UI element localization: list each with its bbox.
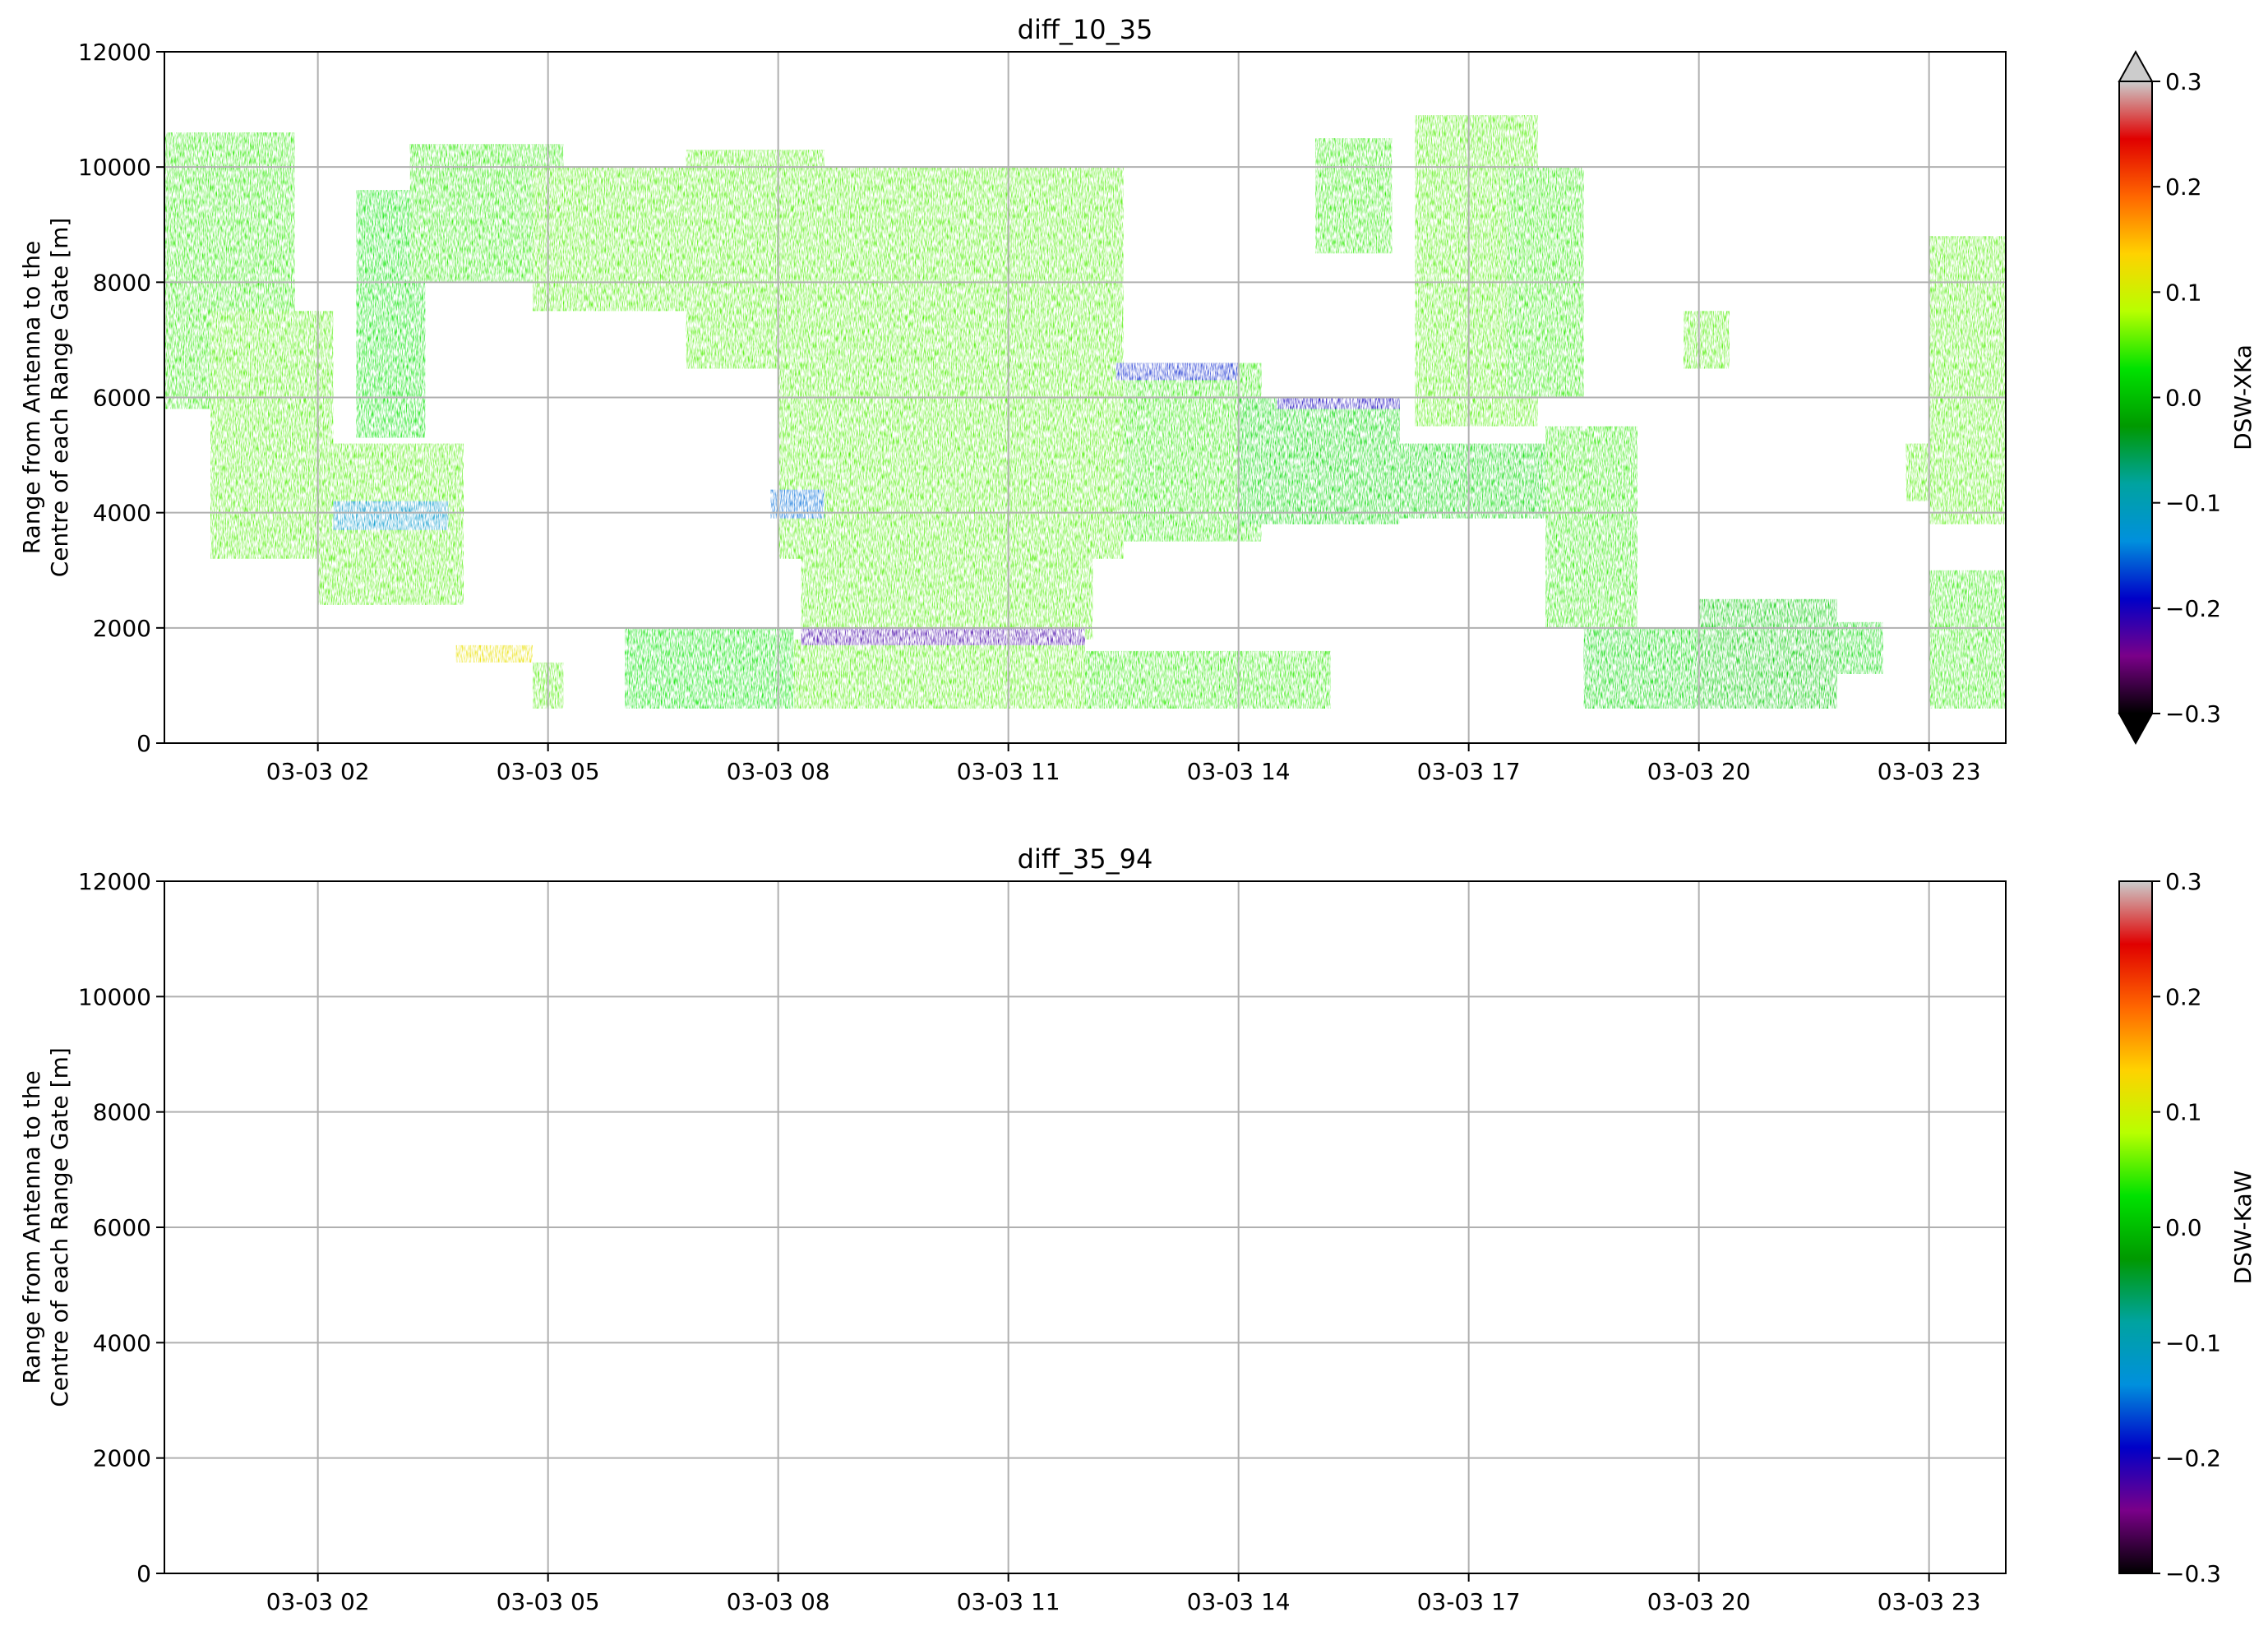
colorbar-label: DSW-XKa — [2229, 344, 2256, 450]
colorbar-tick-label: 0.0 — [2165, 1214, 2202, 1241]
colorbar-tick-label: 0.2 — [2165, 173, 2202, 201]
heatmap-region — [1238, 397, 1400, 524]
heatmap-region — [1116, 363, 1239, 381]
y-tick-label: 0 — [136, 730, 151, 757]
heatmap-region — [455, 644, 533, 663]
x-tick-label: 03-03 23 — [1878, 1588, 1981, 1615]
colorbar-tick-label: 0.1 — [2165, 1099, 2202, 1126]
colorbar-tick-label: 0.0 — [2165, 385, 2202, 412]
heatmap-region — [1698, 598, 1837, 709]
x-tick-label: 03-03 23 — [1878, 758, 1981, 785]
x-tick-label: 03-03 02 — [266, 758, 370, 785]
y-tick-label: 12000 — [78, 39, 151, 66]
colorbar-label: DSW-KaW — [2229, 1171, 2256, 1285]
heatmap-region — [801, 627, 1085, 645]
figure-canvas: 03-03 02 03-03 05 03-03 08 03-03 11 03-03 14… — [18, 14, 2256, 1615]
y-tick-label: 2000 — [93, 1445, 151, 1472]
heatmap-region — [1928, 570, 2006, 709]
heatmap-region — [1085, 650, 1331, 709]
heatmap-region — [1315, 138, 1393, 254]
colorbar-tick-label: 0.3 — [2165, 868, 2202, 895]
colorbar-tick-label: −0.1 — [2165, 1329, 2221, 1356]
colorbar-tick-label: −0.2 — [2165, 595, 2221, 622]
colorbar-tick-label: 0.2 — [2165, 983, 2202, 1010]
heatmap-region — [333, 501, 449, 530]
y-tick-label: 2000 — [93, 615, 151, 642]
colorbar-extend-max — [2118, 49, 2154, 82]
y-tick-label: 10000 — [78, 154, 151, 181]
y-tick-label: 12000 — [78, 868, 151, 895]
y-axis-label-line: Centre of each Range Gate [m] — [46, 218, 73, 578]
y-tick-label: 8000 — [93, 1099, 151, 1126]
colorbar: 0.3 0.2 0.1 0.0 −0.1 −0.2 −0.3 DSW-XKa — [2118, 49, 2256, 746]
panel-1: 03-03 02 03-03 05 03-03 08 03-03 11 03-03 14… — [18, 14, 2256, 785]
colorbar-extend-min — [2118, 713, 2154, 746]
x-tick-label: 03-03 20 — [1647, 1588, 1751, 1615]
y-tick-label: 6000 — [93, 385, 151, 412]
x-tick-label: 03-03 08 — [727, 758, 830, 785]
heatmap-region — [1583, 627, 1699, 709]
heatmap-region — [1684, 311, 1730, 369]
x-tick-label: 03-03 11 — [957, 758, 1060, 785]
colorbar-tick-label: −0.3 — [2165, 700, 2221, 728]
colorbar-gradient — [2119, 881, 2152, 1573]
x-tick-label: 03-03 14 — [1187, 1588, 1291, 1615]
heatmap-region — [793, 639, 1085, 709]
x-tick-label: 03-03 17 — [1417, 1588, 1521, 1615]
y-tick-label: 10000 — [78, 983, 151, 1010]
heatmap-region — [210, 311, 334, 559]
panel-title: diff_35_94 — [1018, 843, 1153, 875]
colorbar-gradient — [2119, 81, 2152, 714]
colorbar-tick-label: −0.3 — [2165, 1560, 2221, 1587]
y-axis-label: Range from Antenna to theCentre of each … — [18, 1047, 73, 1407]
colorbar-tick-label: −0.2 — [2165, 1445, 2221, 1472]
y-axis-label-line: Range from Antenna to the — [18, 241, 45, 554]
x-tick-label: 03-03 02 — [266, 1588, 370, 1615]
y-tick-label: 6000 — [93, 1214, 151, 1241]
x-tick-label: 03-03 11 — [957, 1588, 1060, 1615]
y-tick-label: 8000 — [93, 269, 151, 296]
heatmap-region — [1836, 621, 1883, 674]
x-tick-label: 03-03 20 — [1647, 758, 1751, 785]
heatmap-region — [625, 627, 794, 709]
y-tick-label: 4000 — [93, 1329, 151, 1356]
x-tick-label: 03-03 08 — [727, 1588, 830, 1615]
y-axis-label-line: Centre of each Range Gate [m] — [46, 1047, 73, 1407]
panel-2: 03-03 02 03-03 05 03-03 08 03-03 11 03-03 14… — [18, 843, 2256, 1615]
x-tick-label: 03-03 05 — [497, 758, 600, 785]
panel-title: diff_10_35 — [1018, 14, 1153, 45]
colorbar-tick-label: 0.3 — [2165, 68, 2202, 95]
heatmap-region — [1277, 397, 1400, 409]
heatmap-region — [1928, 236, 2006, 524]
y-axis-label-line: Range from Antenna to the — [18, 1070, 45, 1383]
heatmap-region — [1905, 443, 1929, 501]
colorbar: 0.3 0.2 0.1 0.0 −0.1 −0.2 −0.3 DSW-KaW — [2118, 868, 2256, 1587]
colorbar-tick-label: 0.1 — [2165, 279, 2202, 306]
x-tick-label: 03-03 14 — [1187, 758, 1291, 785]
y-tick-label: 4000 — [93, 500, 151, 527]
x-tick-label: 03-03 05 — [497, 1588, 600, 1615]
y-axis-label: Range from Antenna to theCentre of each … — [18, 218, 73, 578]
y-tick-label: 0 — [136, 1560, 151, 1587]
heatmap-region — [1545, 426, 1637, 628]
colorbar-tick-label: −0.1 — [2165, 490, 2221, 517]
x-tick-label: 03-03 17 — [1417, 758, 1521, 785]
